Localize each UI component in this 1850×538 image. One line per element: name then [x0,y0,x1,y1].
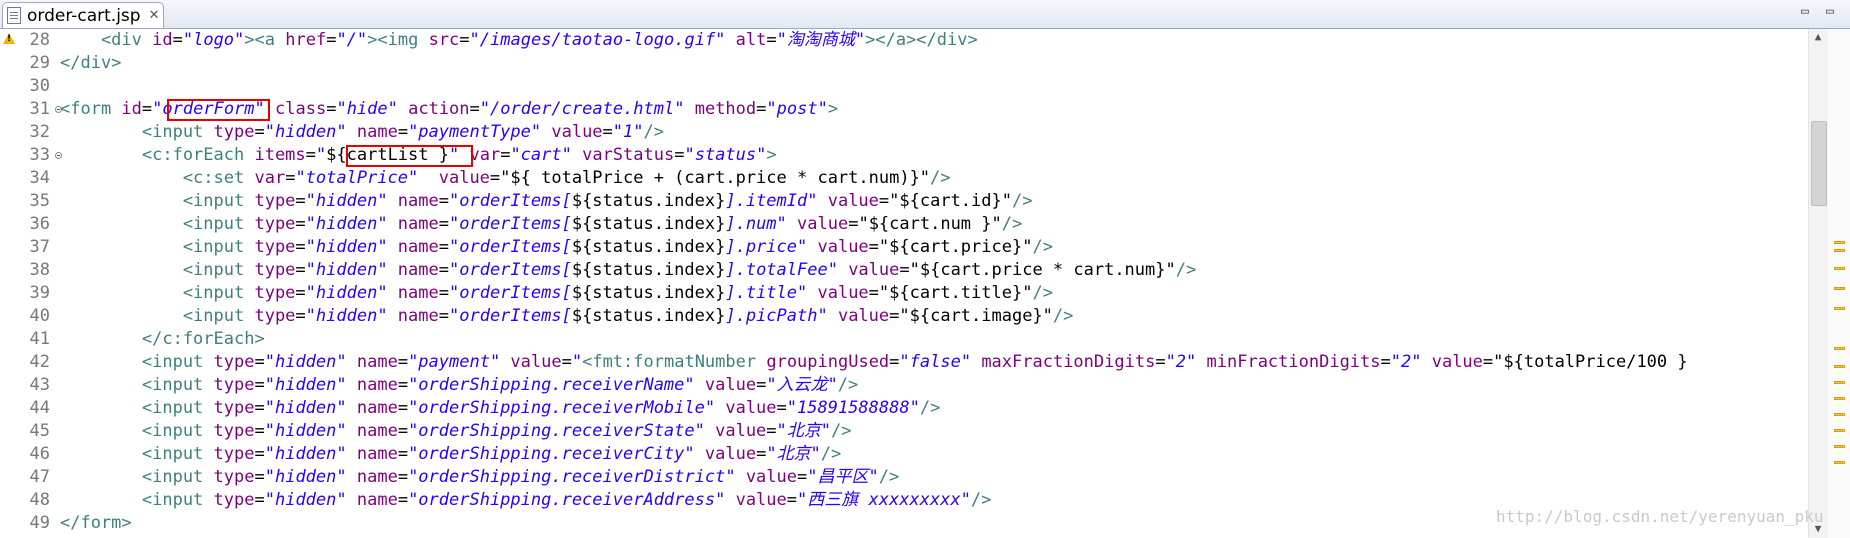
line-number: 32 [29,122,50,142]
jsp-file-icon [7,7,21,24]
tab-filename: order-cart.jsp [27,5,141,26]
minimize-icon[interactable]: ▭ [1801,4,1809,19]
overview-marker[interactable] [1834,347,1845,350]
line-number: 40 [29,306,50,326]
overview-marker[interactable] [1834,397,1845,400]
line-number: 33 [29,145,50,165]
warning-icon[interactable] [3,33,15,44]
line-number: 46 [29,444,50,464]
line-number: 49 [29,513,50,533]
line-number: 48 [29,490,50,510]
code-line-28: <div id="logo"><a href="/"><img src="/im… [60,30,978,50]
code-line-41: </c:forEach> [60,329,265,349]
scroll-up-icon[interactable]: ▲ [1812,31,1824,42]
code-line-45: <input type="hidden" name="orderShipping… [60,421,852,441]
overview-marker[interactable] [1834,445,1845,448]
overview-marker[interactable] [1834,241,1845,244]
code-line-47: <input type="hidden" name="orderShipping… [60,467,900,487]
code-line-46: <input type="hidden" name="orderShipping… [60,444,842,464]
overview-marker[interactable] [1834,307,1845,310]
code-line-29: </div> [60,53,122,73]
overview-marker[interactable] [1834,381,1845,384]
line-number: 36 [29,214,50,234]
code-line-39: <input type="hidden" name="orderItems[${… [60,283,1053,303]
line-number: 30 [29,76,50,96]
overview-marker[interactable] [1834,365,1845,368]
highlight-box-cartlist [346,145,473,167]
code-line-48: <input type="hidden" name="orderShipping… [60,490,992,510]
watermark-text: http://blog.csdn.net/yerenyuan_pku [1496,507,1824,526]
code-line-38: <input type="hidden" name="orderItems[${… [60,260,1197,280]
line-number: 39 [29,283,50,303]
line-number: 38 [29,260,50,280]
code-area[interactable]: <div id="logo"><a href="/"><img src="/im… [60,29,1808,538]
overview-marker[interactable] [1834,287,1845,290]
code-line-36: <input type="hidden" name="orderItems[${… [60,214,1023,234]
code-line-40: <input type="hidden" name="orderItems[${… [60,306,1074,326]
overview-marker[interactable] [1834,461,1845,464]
line-number: 31 [29,99,50,119]
code-line-42: <input type="hidden" name="payment" valu… [60,352,1688,372]
line-number: 29 [29,53,50,73]
editor-tab-order-cart[interactable]: order-cart.jsp ✕ [2,2,164,28]
line-number: 34 [29,168,50,188]
maximize-icon[interactable]: ▭ [1826,4,1834,19]
code-line-37: <input type="hidden" name="orderItems[${… [60,237,1053,257]
line-number: 35 [29,191,50,211]
line-number: 28 [29,30,50,50]
code-line-34: <c:set var="totalPrice" value="${ totalP… [60,168,951,188]
line-number: 47 [29,467,50,487]
close-tab-icon[interactable]: ✕ [149,8,160,23]
overview-marker[interactable] [1834,267,1845,270]
line-number: 45 [29,421,50,441]
line-number-gutter: 28 29 30 31 32 33 34 35 36 37 38 39 40 4… [16,29,62,538]
vertical-ruler [0,29,16,538]
overview-marker[interactable] [1834,413,1845,416]
code-line-32: <input type="hidden" name="paymentType" … [60,122,664,142]
vertical-scrollbar[interactable]: ▲ ▼ [1808,29,1828,538]
line-number: 37 [29,237,50,257]
line-number: 41 [29,329,50,349]
overview-marker[interactable] [1834,249,1845,252]
highlight-box-orderform [167,99,270,121]
line-number: 43 [29,375,50,395]
code-line-35: <input type="hidden" name="orderItems[${… [60,191,1033,211]
line-number: 44 [29,398,50,418]
code-editor[interactable]: 28 29 30 31 32 33 34 35 36 37 38 39 40 4… [0,29,1850,538]
overview-ruler [1829,29,1850,538]
scrollbar-thumb[interactable] [1811,121,1827,206]
code-line-43: <input type="hidden" name="orderShipping… [60,375,859,395]
line-number: 42 [29,352,50,372]
editor-tab-bar: order-cart.jsp ✕ ▭ ▭ [0,0,1850,29]
overview-marker[interactable] [1834,429,1845,432]
code-line-44: <input type="hidden" name="orderShipping… [60,398,941,418]
code-line-49: </form> [60,513,132,533]
